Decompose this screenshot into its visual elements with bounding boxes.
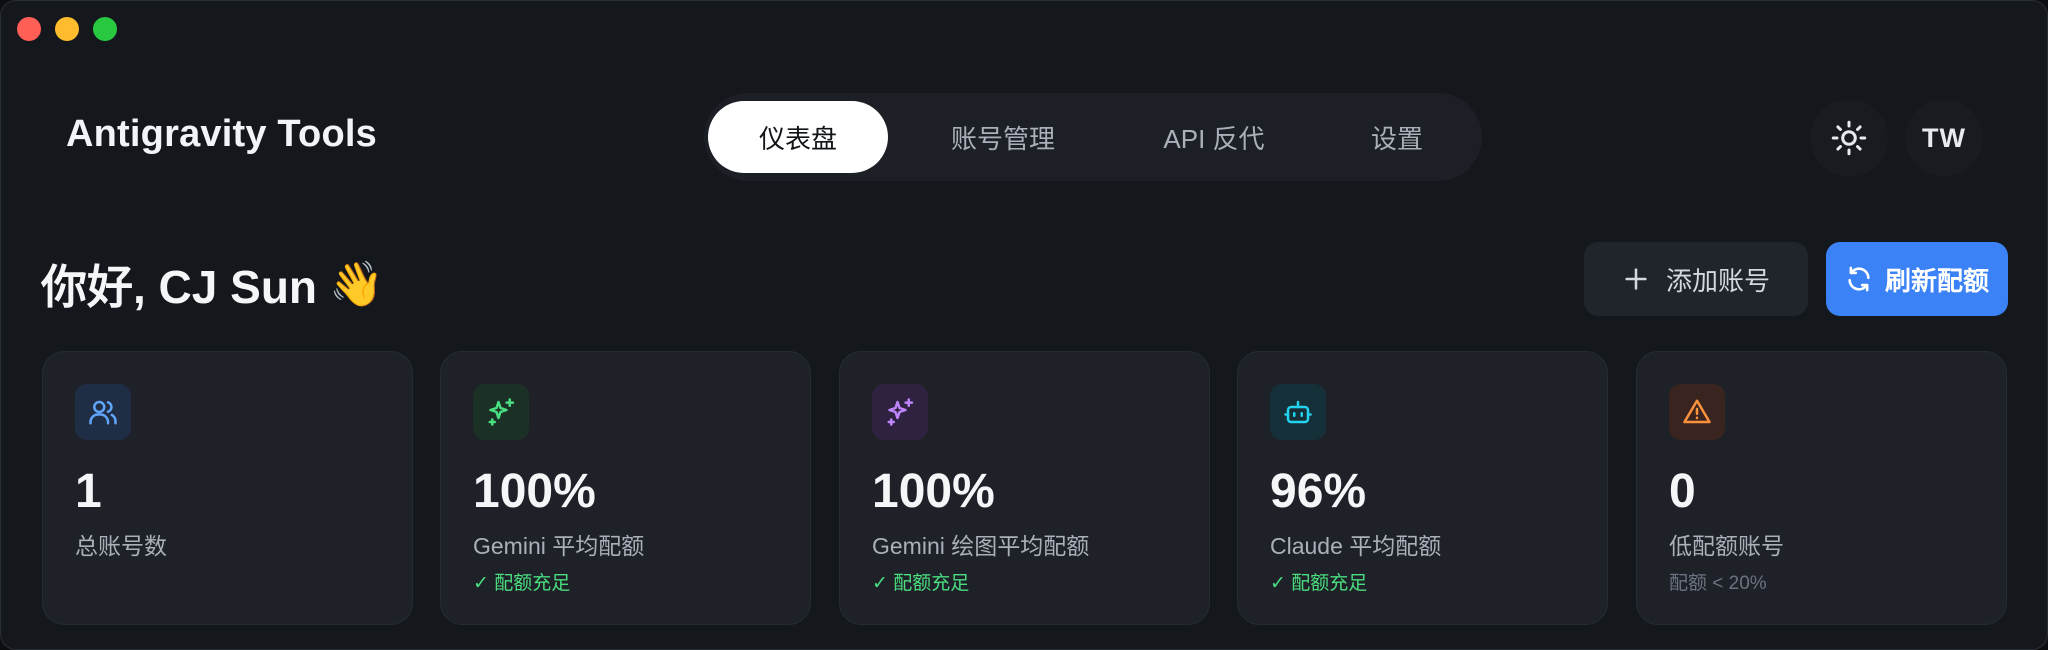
bot-icon-wrapper	[1270, 384, 1326, 440]
stat-status: 配额 < 20%	[1669, 573, 1767, 594]
stat-label: Gemini 绘图平均配额	[872, 533, 1090, 559]
tab-api-proxy[interactable]: API 反代	[1116, 101, 1312, 173]
add-account-label: 添加账号	[1665, 265, 1770, 296]
stat-value: 96%	[1270, 465, 1367, 518]
stat-label: 总账号数	[75, 533, 167, 559]
stat-card-total-accounts[interactable]: 1 总账号数	[42, 351, 413, 625]
main-nav: 仪表盘 账号管理 API 反代 设置	[704, 93, 1482, 181]
greeting: 你好, CJ Sun 👋	[41, 251, 384, 317]
stat-value: 1	[75, 465, 102, 518]
stat-label: Gemini 平均配额	[473, 533, 645, 559]
warning-icon	[1683, 399, 1711, 424]
stat-status: ✓ 配额充足	[473, 573, 571, 594]
maximize-window-button[interactable]	[93, 17, 117, 41]
sparkles-icon	[887, 398, 914, 426]
refresh-quota-button[interactable]: 刷新配额	[1826, 242, 2008, 316]
window-controls	[17, 17, 117, 41]
app-title: Antigravity Tools	[66, 113, 377, 155]
stat-value: 100%	[872, 465, 995, 518]
stat-card-claude-quota[interactable]: 96% Claude 平均配额 ✓ 配额充足	[1237, 351, 1608, 625]
stat-status: ✓ 配额充足	[872, 573, 970, 594]
stat-value: 0	[1669, 465, 1696, 518]
stat-value: 100%	[473, 465, 596, 518]
stat-card-gemini-quota[interactable]: 100% Gemini 平均配额 ✓ 配额充足	[440, 351, 811, 625]
sun-icon	[1831, 120, 1867, 156]
stat-card-gemini-image-quota[interactable]: 100% Gemini 绘图平均配额 ✓ 配额充足	[839, 351, 1210, 625]
plus-icon	[1625, 268, 1647, 290]
user-avatar[interactable]: TW	[1905, 99, 1983, 177]
users-icon	[89, 400, 117, 425]
bot-icon	[1284, 400, 1312, 424]
sparkles-icon-wrapper	[872, 384, 928, 440]
warning-icon-wrapper	[1669, 384, 1725, 440]
stat-status: ✓ 配额充足	[1270, 573, 1368, 594]
stat-label: 低配额账号	[1669, 533, 1784, 559]
close-window-button[interactable]	[17, 17, 41, 41]
sparkles-icon-wrapper	[473, 384, 529, 440]
users-icon-wrapper	[75, 384, 131, 440]
stat-label: Claude 平均配额	[1270, 533, 1442, 559]
wave-emoji: 👋	[329, 260, 384, 309]
minimize-window-button[interactable]	[55, 17, 79, 41]
tab-settings[interactable]: 设置	[1322, 101, 1472, 173]
stat-card-low-quota-accounts[interactable]: 0 低配额账号 配额 < 20%	[1636, 351, 2007, 625]
add-account-button[interactable]: 添加账号	[1584, 242, 1808, 316]
theme-toggle-button[interactable]	[1810, 99, 1888, 177]
greeting-text: 你好, CJ Sun	[41, 261, 318, 313]
app-window: Antigravity Tools 仪表盘 账号管理 API 反代 设置 TW …	[0, 0, 2048, 650]
tab-dashboard[interactable]: 仪表盘	[708, 101, 888, 173]
sparkles-icon	[488, 398, 515, 426]
refresh-icon	[1848, 266, 1870, 292]
tab-accounts[interactable]: 账号管理	[900, 101, 1106, 173]
refresh-quota-label: 刷新配额	[1884, 265, 1989, 296]
